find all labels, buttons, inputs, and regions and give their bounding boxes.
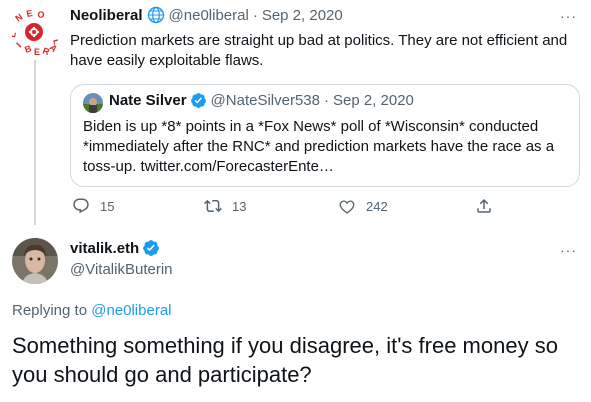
reply-author-name[interactable]: vitalik.eth — [70, 240, 139, 257]
globe-icon — [147, 6, 165, 24]
like-count: 242 — [366, 198, 388, 214]
more-options-button[interactable]: ··· — [560, 242, 577, 258]
reply-author-handle[interactable]: @VitalikButerin — [70, 261, 173, 278]
quote-header: Nate Silver @NateSilver538 · Sep 2, 2020 — [109, 92, 414, 109]
retweet-button[interactable]: 13 — [204, 197, 246, 215]
svg-text:E: E — [26, 10, 34, 19]
neoliberal-avatar[interactable]: N E O L I B E R A L — [7, 8, 62, 57]
separator-dot: · — [324, 92, 329, 109]
quote-text: Biden is up *8* points in a *Fox News* p… — [83, 118, 555, 175]
svg-text:I: I — [14, 41, 23, 50]
tweet-actions: 15 13 242 — [70, 197, 500, 217]
quote-date: Sep 2, 2020 — [333, 92, 414, 109]
heart-icon — [338, 197, 366, 215]
tweet-header: Neoliberal @ne0liberal · Sep 2, 2020 — [70, 6, 582, 24]
retweet-icon — [204, 197, 232, 215]
share-icon — [475, 197, 503, 215]
quoted-tweet[interactable]: Nate Silver @NateSilver538 · Sep 2, 2020… — [70, 84, 580, 187]
separator-dot: · — [252, 6, 258, 24]
reply-author: vitalik.eth — [70, 239, 160, 257]
verified-badge-icon — [142, 239, 160, 257]
author-name[interactable]: Neoliberal — [70, 7, 143, 24]
svg-text:B: B — [23, 43, 33, 55]
author-handle[interactable]: @ne0liberal — [169, 7, 249, 24]
reply-text: Something something if you disagree, it'… — [12, 333, 558, 387]
retweet-count: 13 — [232, 198, 247, 214]
share-button[interactable] — [475, 197, 503, 215]
replying-prefix: Replying to — [12, 302, 88, 319]
like-button[interactable]: 242 — [338, 197, 388, 215]
svg-text:O: O — [37, 10, 46, 20]
replying-to: Replying to @ne0liberal — [12, 302, 172, 319]
thread-line — [34, 60, 36, 225]
reply-count: 15 — [100, 198, 115, 214]
reply-button[interactable]: 15 — [72, 197, 114, 215]
verified-badge-icon — [190, 92, 207, 109]
tweet-text: Prediction markets are straight up bad a… — [70, 32, 568, 69]
nate-silver-avatar — [83, 93, 103, 113]
reply-icon — [72, 197, 100, 215]
quote-author-name: Nate Silver — [109, 92, 187, 109]
tweet-date[interactable]: Sep 2, 2020 — [262, 7, 343, 24]
svg-text:L: L — [12, 31, 18, 39]
replying-handle-link[interactable]: @ne0liberal — [91, 302, 171, 319]
svg-text:N: N — [13, 12, 24, 24]
more-options-button[interactable]: ··· — [560, 8, 577, 24]
vitalik-avatar[interactable] — [12, 238, 58, 284]
quote-author-handle: @NateSilver538 — [210, 92, 320, 109]
svg-text:E: E — [34, 47, 40, 56]
